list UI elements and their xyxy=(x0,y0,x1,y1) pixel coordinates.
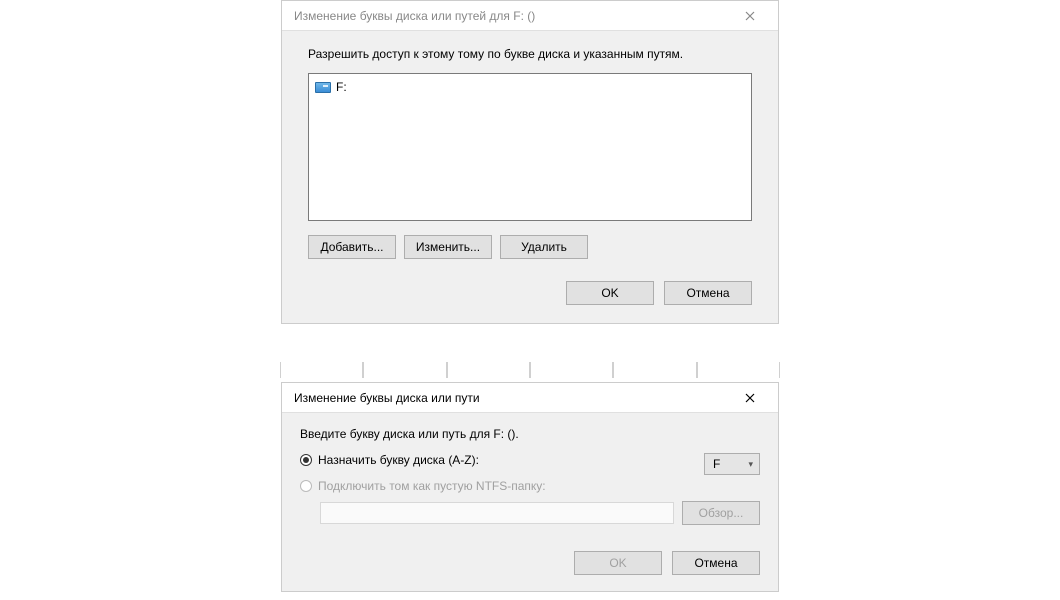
drive-paths-listbox[interactable]: F: xyxy=(308,73,752,221)
change-button[interactable]: Изменить... xyxy=(404,235,492,259)
mount-folder-option: Подключить том как пустую NTFS-папку: xyxy=(300,479,760,493)
radio-mount-folder xyxy=(300,480,312,492)
mount-folder-label: Подключить том как пустую NTFS-папку: xyxy=(318,479,546,493)
dialog-body: Разрешить доступ к этому тому по букве д… xyxy=(282,31,778,323)
close-button[interactable] xyxy=(730,2,770,30)
titlebar: Изменение буквы диска или путей для F: (… xyxy=(282,1,778,31)
ok-button: OK xyxy=(574,551,662,575)
dialog-title: Изменение буквы диска или пути xyxy=(294,391,480,405)
list-item[interactable]: F: xyxy=(315,78,745,96)
ok-button[interactable]: OK xyxy=(566,281,654,305)
path-row: Обзор... xyxy=(320,501,760,525)
titlebar: Изменение буквы диска или пути xyxy=(282,383,778,413)
list-item-label: F: xyxy=(336,80,347,94)
folder-path-input xyxy=(320,502,674,524)
instruction-text: Введите букву диска или путь для F: (). xyxy=(300,427,760,441)
drive-letter-value: F xyxy=(713,457,720,471)
close-icon xyxy=(745,11,755,21)
instruction-text: Разрешить доступ к этому тому по букве д… xyxy=(308,47,752,61)
browse-button: Обзор... xyxy=(682,501,760,525)
footer-row: OK Отмена xyxy=(300,551,760,575)
drive-icon xyxy=(315,82,331,93)
footer-row: OK Отмена xyxy=(308,281,752,305)
close-button[interactable] xyxy=(730,384,770,412)
dialog-body: Введите букву диска или путь для F: (). … xyxy=(282,413,778,591)
close-icon xyxy=(745,393,755,403)
chevron-down-icon: ▾ xyxy=(748,459,753,470)
drive-letter-combo[interactable]: F ▾ xyxy=(704,453,760,475)
radio-assign-letter[interactable] xyxy=(300,454,312,466)
cancel-button[interactable]: Отмена xyxy=(664,281,752,305)
assign-letter-row: Назначить букву диска (A-Z): F ▾ xyxy=(300,453,760,475)
add-button[interactable]: Добавить... xyxy=(308,235,396,259)
assign-letter-label: Назначить букву диска (A-Z): xyxy=(318,453,479,467)
change-drive-letter-dialog: Изменение буквы диска или путей для F: (… xyxy=(281,0,779,324)
assign-letter-option[interactable]: Назначить букву диска (A-Z): xyxy=(300,453,479,467)
action-button-row: Добавить... Изменить... Удалить xyxy=(308,235,752,259)
background-strip xyxy=(280,360,780,380)
cancel-button[interactable]: Отмена xyxy=(672,551,760,575)
delete-button[interactable]: Удалить xyxy=(500,235,588,259)
change-drive-letter-path-dialog: Изменение буквы диска или пути Введите б… xyxy=(281,382,779,592)
dialog-title: Изменение буквы диска или путей для F: (… xyxy=(294,9,535,23)
